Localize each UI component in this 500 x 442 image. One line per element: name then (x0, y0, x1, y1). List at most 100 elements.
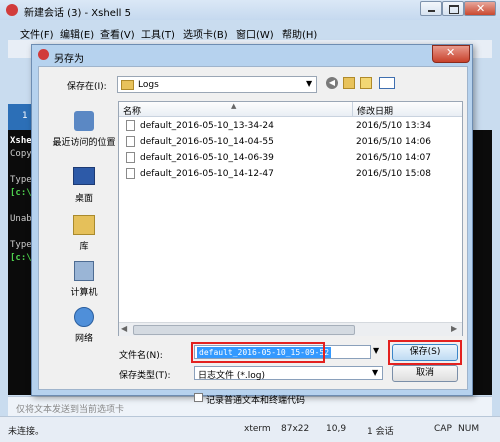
menu-tabs[interactable]: 选项卡(B) (183, 26, 228, 41)
menu-window[interactable]: 窗口(W) (236, 26, 274, 41)
back-icon[interactable]: ◀ (326, 77, 338, 89)
network-icon (74, 307, 94, 327)
dialog-close-button[interactable]: ✕ (432, 45, 470, 63)
file-name: default_2016-05-10_14-04-55 (140, 137, 274, 147)
close-icon: ✕ (476, 2, 486, 15)
place-recent[interactable]: 最近访问的位置 (49, 111, 119, 148)
menu-edit[interactable]: 编辑(E) (60, 26, 94, 41)
close-icon: ✕ (446, 46, 456, 59)
view-menu-icon[interactable] (379, 77, 395, 89)
window-close-button[interactable]: ✕ (464, 1, 496, 16)
scrollbar-thumb[interactable] (133, 325, 355, 335)
terminal-line: Type (10, 240, 32, 250)
horizontal-scrollbar[interactable]: ◀ ▶ (119, 322, 462, 336)
recent-places-icon (74, 111, 94, 131)
terminal-line: Copy (10, 149, 32, 159)
cancel-button[interactable]: 取消 (392, 365, 458, 382)
file-list[interactable]: 名称 ▲ 修改日期 default_2016-05-10_13-34-24 20… (118, 101, 463, 336)
terminal-line: [c:\ (10, 253, 32, 263)
dialog-title: 另存为 (54, 54, 84, 65)
status-bar: 未连接。 xterm 87x22 10,9 1 会话 CAP NUM (0, 416, 500, 442)
menu-tools[interactable]: 工具(T) (141, 26, 175, 41)
session-tab[interactable]: 1 (8, 104, 32, 131)
minimize-button[interactable] (420, 1, 442, 16)
place-network[interactable]: 网络 (49, 307, 119, 344)
dialog-title-bar: 另存为 ✕ (32, 45, 472, 65)
place-computer-label: 计算机 (70, 288, 98, 298)
file-name-dropdown-icon[interactable]: ▼ (373, 346, 379, 355)
terminal-line: Type (10, 175, 32, 185)
file-row[interactable]: default_2016-05-10_14-06-39 2016/5/10 14… (119, 151, 462, 166)
file-date: 2016/5/10 15:08 (356, 169, 431, 179)
file-icon (126, 120, 135, 131)
file-row[interactable]: default_2016-05-10_14-12-47 2016/5/10 15… (119, 167, 462, 182)
session-tab-label: 1 (22, 111, 28, 121)
window-title: 新建会话 (3) - Xshell 5 (24, 8, 131, 19)
maximize-icon (449, 5, 459, 14)
file-name: default_2016-05-10_13-34-24 (140, 121, 274, 131)
save-button-highlight (388, 340, 462, 365)
num-indicator: NUM (458, 424, 480, 434)
file-name-label: 文件名(N): (119, 351, 163, 361)
record-terminal-codes-checkbox[interactable] (194, 393, 203, 402)
place-libraries-label: 库 (79, 242, 89, 252)
up-folder-icon[interactable] (343, 77, 355, 89)
file-row[interactable]: default_2016-05-10_13-34-24 2016/5/10 13… (119, 119, 462, 134)
cursor-position: 10,9 (326, 424, 347, 434)
chevron-down-icon: ▼ (372, 368, 379, 377)
file-date: 2016/5/10 13:34 (356, 121, 431, 131)
place-desktop[interactable]: 桌面 (49, 167, 119, 204)
menu-file[interactable]: 文件(F) (20, 26, 54, 41)
menu-bar: 文件(F) 编辑(E) 查看(V) 工具(T) 选项卡(B) 窗口(W) 帮助(… (8, 24, 492, 41)
desktop-icon (73, 167, 95, 185)
menu-view[interactable]: 查看(V) (100, 26, 135, 41)
scroll-left-icon[interactable]: ◀ (121, 324, 127, 333)
new-folder-icon[interactable] (360, 77, 372, 89)
file-type-value: 日志文件 (*.log) (198, 371, 265, 381)
terminal-line: Unab (10, 214, 32, 224)
place-computer[interactable]: 计算机 (49, 261, 119, 298)
maximize-button[interactable] (442, 1, 464, 16)
terminal-line: Xshe (10, 136, 32, 146)
app-icon (6, 4, 18, 16)
file-list-header: 名称 ▲ 修改日期 (119, 102, 462, 117)
column-name-header[interactable]: 名称 (123, 104, 141, 117)
place-recent-label: 最近访问的位置 (52, 138, 116, 148)
title-bar: 新建会话 (3) - Xshell 5 ✕ (0, 0, 500, 20)
terminal-size: 87x22 (281, 424, 310, 434)
place-network-label: 网络 (74, 334, 93, 344)
place-desktop-label: 桌面 (74, 194, 93, 204)
session-count: 1 会话 (367, 427, 394, 437)
file-date: 2016/5/10 14:06 (356, 137, 431, 147)
place-libraries[interactable]: 库 (49, 215, 119, 252)
save-in-value: Logs (138, 80, 159, 90)
library-icon (73, 215, 95, 235)
file-icon (126, 168, 135, 179)
dialog-body: 保存在(I): Logs ▼ ◀ 最近访问的位置 桌面 库 计算机 网络 名称 … (38, 66, 468, 406)
connection-status: 未连接。 (8, 427, 45, 437)
file-name: default_2016-05-10_14-06-39 (140, 153, 274, 163)
save-in-label: 保存在(I): (67, 82, 107, 92)
folder-icon (121, 80, 134, 90)
file-type-select[interactable]: 日志文件 (*.log) ▼ (194, 366, 383, 381)
file-date: 2016/5/10 14:07 (356, 153, 431, 163)
chevron-down-icon: ▼ (306, 79, 313, 88)
terminal-line: [c:\ (10, 188, 32, 198)
menu-help[interactable]: 帮助(H) (282, 26, 317, 41)
places-bar: 最近访问的位置 桌面 库 计算机 网络 (49, 111, 119, 346)
file-name: default_2016-05-10_14-12-47 (140, 169, 274, 179)
file-name-highlight (191, 342, 325, 363)
column-date-header[interactable]: 修改日期 (357, 104, 393, 117)
computer-icon (74, 261, 94, 281)
dialog-app-icon (38, 49, 49, 60)
save-in-select[interactable]: Logs ▼ (117, 76, 317, 93)
file-row[interactable]: default_2016-05-10_14-04-55 2016/5/10 14… (119, 135, 462, 150)
file-type-label: 保存类型(T): (119, 371, 171, 381)
scroll-right-icon[interactable]: ▶ (451, 324, 457, 333)
terminal-type: xterm (244, 424, 271, 434)
caps-indicator: CAP (434, 424, 452, 434)
sort-arrow-icon: ▲ (231, 102, 237, 110)
send-bar-placeholder: 仅将文本发送到当前选项卡 (16, 405, 125, 415)
